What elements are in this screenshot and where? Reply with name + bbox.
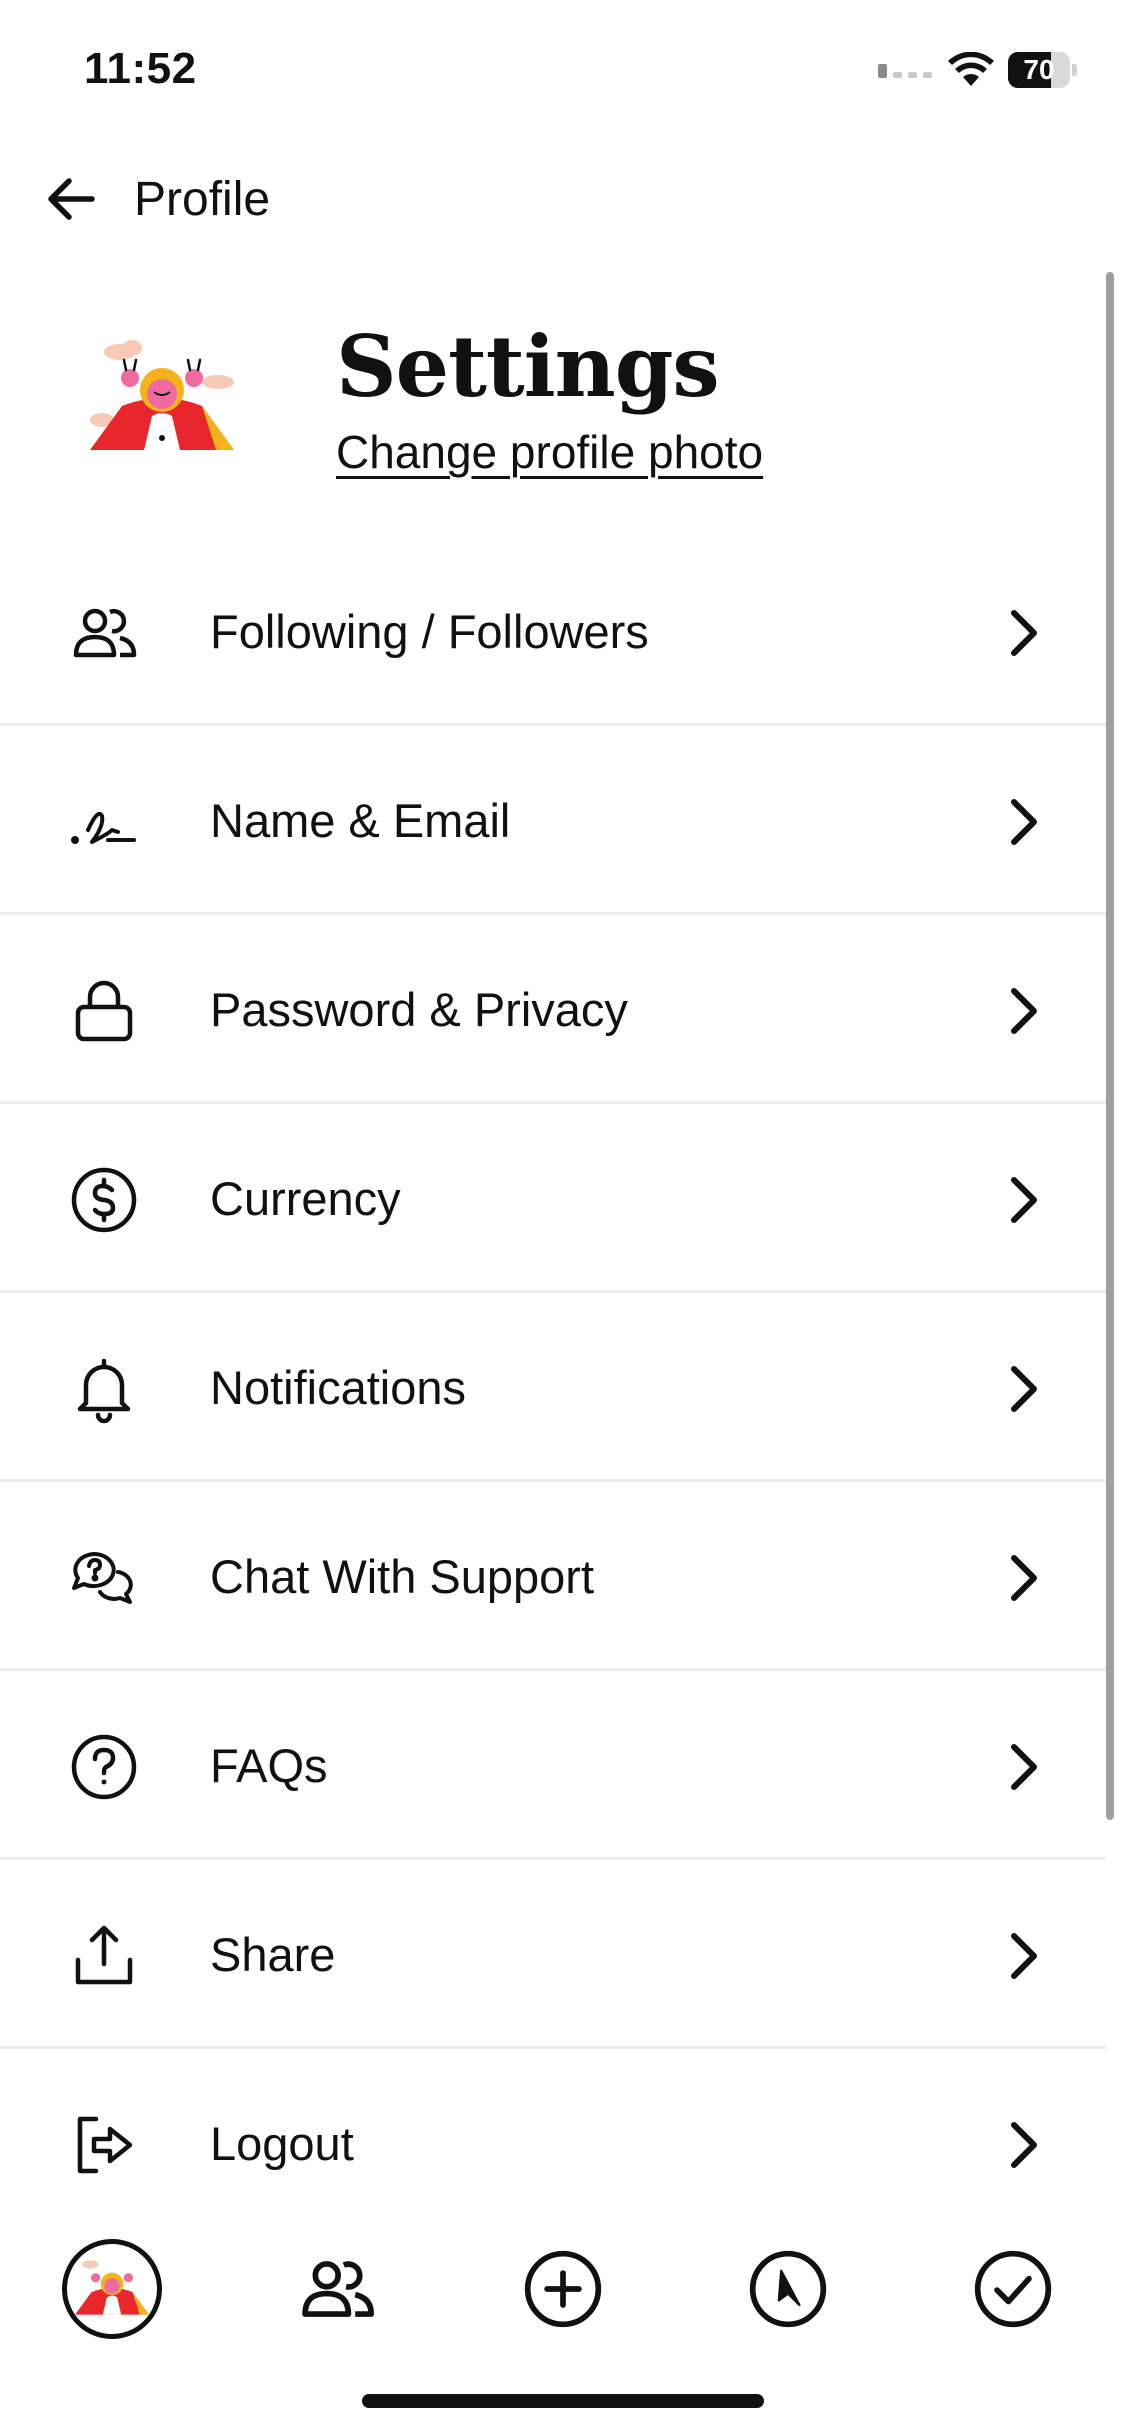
share-upload-icon xyxy=(75,1925,133,1985)
profile-avatar[interactable] xyxy=(82,330,242,470)
status-time: 11:52 xyxy=(84,44,197,93)
scrollbar[interactable] xyxy=(1106,272,1114,1820)
chevron-right-icon xyxy=(1011,1177,1037,1223)
profile-avatar-icon xyxy=(75,2260,149,2315)
tab-explore[interactable] xyxy=(733,2234,843,2344)
menu-item-notifications[interactable]: Notifications xyxy=(0,1293,1106,1482)
battery-label: 70 xyxy=(1023,54,1055,85)
menu-item-currency[interactable]: Currency xyxy=(0,1104,1106,1293)
lock-icon xyxy=(75,980,133,1042)
menu-item-faqs[interactable]: FAQs xyxy=(0,1671,1106,1860)
logout-icon xyxy=(77,2116,133,2174)
profile-illustration-icon xyxy=(90,340,234,450)
menu-item-label: Currency xyxy=(210,1172,401,1225)
tab-tasks[interactable] xyxy=(958,2234,1068,2344)
people-icon xyxy=(302,2261,375,2317)
chevron-right-icon xyxy=(1011,988,1037,1034)
avatar xyxy=(62,2239,162,2339)
home-indicator[interactable] xyxy=(362,2394,764,2408)
back-button[interactable] xyxy=(40,168,120,232)
chevron-right-icon xyxy=(1011,1366,1037,1412)
menu-item-label: Share xyxy=(210,1928,336,1981)
tab-create[interactable] xyxy=(508,2234,618,2344)
chevron-right-icon xyxy=(1011,799,1037,845)
menu-item-name-email[interactable]: Name & Email xyxy=(0,726,1106,915)
page-title: Profile xyxy=(134,173,271,226)
menu-item-chat-with-support[interactable]: Chat With Support xyxy=(0,1482,1106,1671)
signature-icon xyxy=(71,811,136,844)
cellular-signal-icon xyxy=(878,64,932,78)
menu-item-label: Password & Privacy xyxy=(210,983,628,1036)
chat-bubbles-icon xyxy=(72,1552,133,1604)
menu-item-label: Following / Followers xyxy=(210,605,649,658)
question-circle-icon xyxy=(71,1734,137,1800)
change-profile-photo-link[interactable]: Change profile photo xyxy=(336,424,763,480)
status-bar: 11:52 70 xyxy=(0,0,1125,140)
menu-item-label: Notifications xyxy=(210,1361,466,1414)
chevron-right-icon xyxy=(1011,1933,1037,1979)
settings-menu: Following / Followers Name & Email Passw… xyxy=(0,537,1106,2238)
plus-circle-icon xyxy=(524,2250,602,2328)
chevron-right-icon xyxy=(1011,610,1037,656)
menu-item-following-followers[interactable]: Following / Followers xyxy=(0,537,1106,726)
top-bar: Profile xyxy=(0,160,1125,240)
tab-profile[interactable] xyxy=(57,2234,167,2344)
arrow-left-icon xyxy=(48,178,95,220)
bell-icon xyxy=(77,1358,131,1424)
menu-item-label: FAQs xyxy=(210,1739,328,1792)
menu-item-password-privacy[interactable]: Password & Privacy xyxy=(0,915,1106,1104)
menu-item-label: Name & Email xyxy=(210,794,511,847)
compass-icon xyxy=(749,2250,827,2328)
battery-icon: 70 xyxy=(1008,52,1077,88)
dollar-circle-icon xyxy=(71,1167,137,1233)
menu-item-share[interactable]: Share xyxy=(0,1860,1106,2049)
chevron-right-icon xyxy=(1011,1744,1037,1790)
chevron-right-icon xyxy=(1011,1555,1037,1601)
people-icon xyxy=(73,608,137,658)
tab-people[interactable] xyxy=(282,2234,392,2344)
menu-item-label: Chat With Support xyxy=(210,1550,595,1603)
check-circle-icon xyxy=(974,2250,1052,2328)
chevron-right-icon xyxy=(1011,2122,1037,2168)
settings-heading: Settings xyxy=(336,317,720,416)
wifi-icon xyxy=(948,52,994,86)
